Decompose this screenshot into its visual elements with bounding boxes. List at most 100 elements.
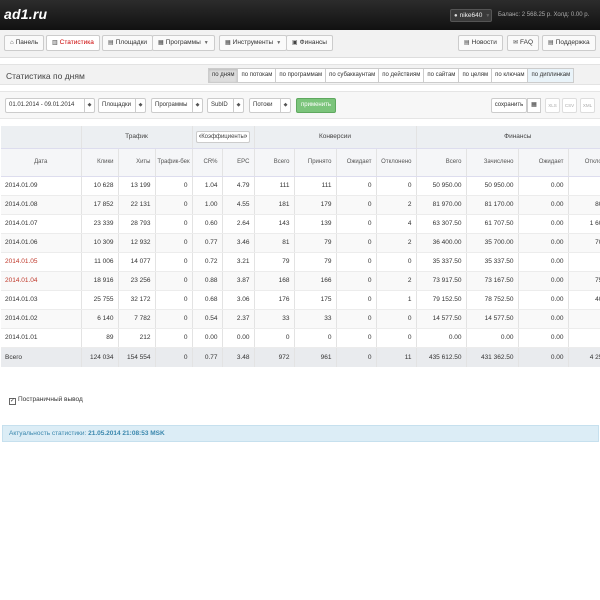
programs-filter[interactable]: Программы ◆ — [151, 98, 203, 113]
table-cell: 111 — [254, 176, 295, 196]
tab-by-goals[interactable]: по целям — [459, 68, 493, 83]
stats-table: Трафик ‹Коэффициенты› Конверсии Финансы … — [1, 126, 600, 367]
nav-label: Программы — [165, 39, 201, 46]
table-cell: 89 — [81, 328, 119, 348]
tab-by-subaccounts[interactable]: по субаккаунтам — [326, 68, 380, 83]
tab-by-keys[interactable]: по ключам — [492, 68, 529, 83]
table-cell: 0.54 — [192, 309, 223, 329]
column-header[interactable]: CR% — [192, 148, 223, 177]
column-header[interactable]: Дата — [1, 148, 82, 177]
sites-filter-label: Площадки — [102, 102, 131, 108]
nav-label: Панель — [15, 39, 39, 46]
table-cell: 10 309 — [81, 233, 119, 253]
table-cell: 28 793 — [118, 214, 156, 234]
table-cell: 1.04 — [192, 176, 223, 196]
column-header[interactable]: Зачислено — [466, 148, 519, 177]
columns-settings-button[interactable]: ▦ — [527, 98, 541, 113]
nav-label: Площадки — [115, 39, 148, 46]
spinner-icon: ◆ — [233, 99, 243, 112]
table-cell: 0.00 — [518, 290, 569, 310]
table-cell: 36 400.00 — [416, 233, 467, 253]
table-cell: 168 — [254, 271, 295, 291]
statistics-actuality-bar: Актуальность статистики: 21.05.2014 21:0… — [2, 425, 599, 442]
table-cell: 1 — [376, 290, 417, 310]
coefficients-toggle[interactable]: ‹Коэффициенты› — [195, 130, 251, 143]
column-header[interactable]: Отклонено — [376, 148, 417, 177]
table-cell: 0.00 — [568, 252, 600, 272]
tab-by-actions[interactable]: по действиям — [379, 68, 425, 83]
column-header[interactable]: Отклонено — [568, 148, 600, 177]
subid-filter[interactable]: SubID ◆ — [207, 98, 244, 113]
flows-filter[interactable]: Потоки ◆ — [249, 98, 291, 113]
spinner-icon: ◆ — [84, 99, 94, 112]
table-cell: 3.06 — [222, 290, 255, 310]
column-header[interactable]: Всего — [416, 148, 467, 177]
column-header[interactable]: EPC — [222, 148, 255, 177]
table-cell: 0.00 — [518, 233, 569, 253]
column-header[interactable]: Трафик-бек — [155, 148, 193, 177]
chevron-right-icon[interactable]: › — [245, 133, 247, 140]
nav-statistics[interactable]: ▥ Статистика — [46, 35, 100, 51]
total-cell: 11 — [376, 346, 417, 367]
nav-faq[interactable]: ✉ FAQ — [507, 35, 540, 51]
nav-panel[interactable]: ⌂ Панель — [4, 35, 45, 51]
table-cell: 81 170.00 — [466, 195, 519, 215]
total-cell: 0.77 — [192, 346, 223, 367]
column-header[interactable]: Всего — [254, 148, 295, 177]
table-cell: 14 577.50 — [416, 309, 467, 329]
nav-news[interactable]: ▤ Новости — [458, 35, 503, 51]
column-header[interactable]: Хиты — [118, 148, 156, 177]
table-cell: 166 — [294, 271, 337, 291]
column-header[interactable]: Клики — [81, 148, 119, 177]
apply-button[interactable]: применить — [296, 98, 336, 113]
news-icon: ▤ — [464, 40, 470, 46]
export-csv-button[interactable]: CSV — [562, 98, 577, 113]
nav-support[interactable]: ▤ Поддержка — [542, 35, 596, 51]
tab-by-flows[interactable]: по потокам — [238, 68, 277, 83]
export-xls-button[interactable]: XLS — [545, 98, 560, 113]
table-cell: 0.68 — [192, 290, 223, 310]
save-button[interactable]: сохранить — [491, 98, 527, 113]
column-header[interactable]: Ожидает — [518, 148, 569, 177]
table-cell: 0 — [155, 214, 193, 234]
nav-tools[interactable]: ▦ Инструменты ▼ — [219, 35, 288, 51]
checkbox[interactable]: ✓ — [9, 398, 16, 405]
column-header[interactable]: Ожидает — [336, 148, 377, 177]
column-header[interactable]: Принято — [294, 148, 337, 177]
logo[interactable]: ad1.ru — [4, 6, 47, 22]
date-cell: 2014.01.03 — [1, 290, 82, 310]
spinner-icon: ◆ — [135, 99, 145, 112]
table-cell: 10 628 — [81, 176, 119, 196]
table-cell: 0.00 — [518, 252, 569, 272]
user-icon: ● — [454, 13, 458, 19]
filter-bar: 01.01.2014 - 09.01.2014 ◆ Площадки ◆ Прогр… — [0, 91, 600, 119]
actuality-value: 21.05.2014 21:08:53 MSK — [88, 430, 165, 437]
user-menu-button[interactable]: ● nike640 ▼ — [450, 9, 492, 22]
date-range-picker[interactable]: 01.01.2014 - 09.01.2014 ◆ — [5, 98, 95, 113]
tab-by-deeplinks[interactable]: по диплинкам — [528, 68, 575, 83]
table-cell: 1 600.00 — [568, 214, 600, 234]
table-cell: 33 — [254, 309, 295, 329]
table-cell: 4.79 — [222, 176, 255, 196]
table-cell: 0.60 — [192, 214, 223, 234]
nav-label: Новости — [471, 39, 497, 46]
table-row: 2014.01.05 11 006 14 077 0 0.72 3.21 79 79 0 0 35 … — [1, 252, 600, 272]
tab-by-programs[interactable]: по программам — [276, 68, 327, 83]
total-cell: 154 554 — [118, 346, 156, 367]
nav-finance[interactable]: ▣ Финансы — [286, 35, 333, 51]
export-xml-button[interactable]: XML — [580, 98, 595, 113]
nav-sites[interactable]: ▤ Площадки — [102, 35, 154, 51]
list-icon: ▤ — [108, 40, 114, 46]
sites-filter[interactable]: Площадки ◆ — [98, 98, 146, 113]
username: nike640 — [459, 12, 483, 19]
tab-by-sites[interactable]: по сайтам — [424, 68, 460, 83]
table-cell: 14 577.50 — [466, 309, 519, 329]
table-cell: 0 — [336, 214, 377, 234]
table-cell: 750.00 — [568, 271, 600, 291]
table-cell: 35 700.00 — [466, 233, 519, 253]
paged-output-toggle[interactable]: ✓ Постраничный вывод — [9, 396, 83, 405]
table-cell: 4.55 — [222, 195, 255, 215]
nav-programs[interactable]: ▦ Программы ▼ — [152, 35, 215, 51]
table-cell: 0 — [155, 271, 193, 291]
tab-by-days[interactable]: по дням — [208, 68, 239, 83]
